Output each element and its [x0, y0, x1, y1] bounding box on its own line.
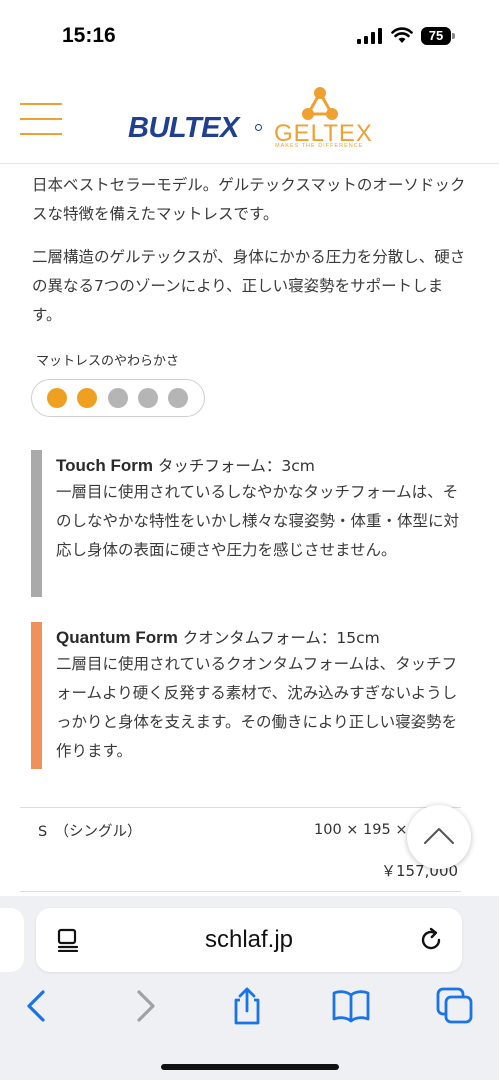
geltex-tagline: MAKES THE DIFFERENCE	[275, 143, 364, 149]
size-table-divider	[20, 891, 461, 892]
size-dimensions: 100 × 195 ×	[314, 822, 408, 838]
share-icon[interactable]	[227, 986, 267, 1026]
url-text: schlaf.jp	[204, 926, 294, 953]
layer-color-bar	[31, 622, 42, 769]
layer-touch-form: Touch Form タッチフォーム：3cm 一層目に使用されているしなやかなタ…	[31, 450, 471, 597]
browser-toolbar: schlaf.jp	[0, 896, 499, 1080]
battery-level: 75	[421, 27, 451, 45]
forward-icon[interactable]	[124, 986, 164, 1026]
wifi-icon	[391, 27, 413, 43]
softness-rating	[31, 379, 205, 417]
softness-dot	[168, 388, 188, 408]
status-bar: 15:16 75	[0, 0, 499, 72]
layer-description: 一層目に使用されているしなやかなタッチフォームは、そのしなやかな特性をいかし様々…	[56, 483, 460, 559]
home-indicator	[161, 1064, 339, 1070]
bookmarks-icon[interactable]	[331, 986, 371, 1026]
size-name: S （シングル）	[38, 824, 142, 840]
layer-spec: クオンタムフォーム：15cm	[182, 629, 380, 647]
cellular-signal-icon	[357, 28, 382, 44]
registered-mark-icon	[255, 124, 262, 131]
layer-name: Touch Form	[56, 456, 153, 475]
softness-dot	[108, 388, 128, 408]
intro-text: 日本ベストセラーモデル。ゲルテックスマットのオーソドックスな特徴を備えたマットレ…	[32, 176, 466, 223]
layer-title: Quantum Form クオンタムフォーム：15cm	[56, 626, 380, 648]
layer-name: Quantum Form	[56, 628, 178, 647]
geltex-molecule-icon	[302, 87, 338, 120]
layer-quantum-form: Quantum Form クオンタムフォーム：15cm 二層目に使用されているク…	[31, 622, 471, 769]
status-time: 15:16	[62, 24, 116, 47]
softness-dot	[47, 388, 67, 408]
site-header: BULTEX GELTEX MAKES THE DIFFERENCE	[0, 72, 499, 164]
back-icon[interactable]	[18, 986, 58, 1026]
layer-title: Touch Form タッチフォーム：3cm	[56, 454, 315, 476]
hamburger-menu-button[interactable]	[20, 103, 62, 135]
chevron-up-icon	[424, 828, 454, 844]
softness-label: マットレスのやわらかさ	[36, 354, 180, 369]
battery-icon: 75	[421, 27, 455, 45]
address-bar[interactable]: schlaf.jp	[36, 908, 462, 972]
previous-tab-preview[interactable]	[0, 908, 24, 972]
reload-icon[interactable]	[418, 927, 444, 953]
layer-spec: タッチフォーム：3cm	[157, 457, 315, 475]
layer-description: 二層目に使用されているクオンタムフォームは、タッチフォームより硬く反発する素材で…	[56, 655, 458, 760]
softness-dot	[138, 388, 158, 408]
layer-color-bar	[31, 450, 42, 597]
bultex-logo[interactable]: BULTEX	[128, 112, 239, 145]
softness-dot	[77, 388, 97, 408]
scroll-to-top-button[interactable]	[407, 805, 471, 869]
size-table-divider	[20, 807, 461, 808]
tabs-icon[interactable]	[435, 986, 475, 1026]
description-text: 二層構造のゲルテックスが、身体にかかる圧力を分散し、硬さの異なる7つのゾーンによ…	[32, 248, 466, 324]
